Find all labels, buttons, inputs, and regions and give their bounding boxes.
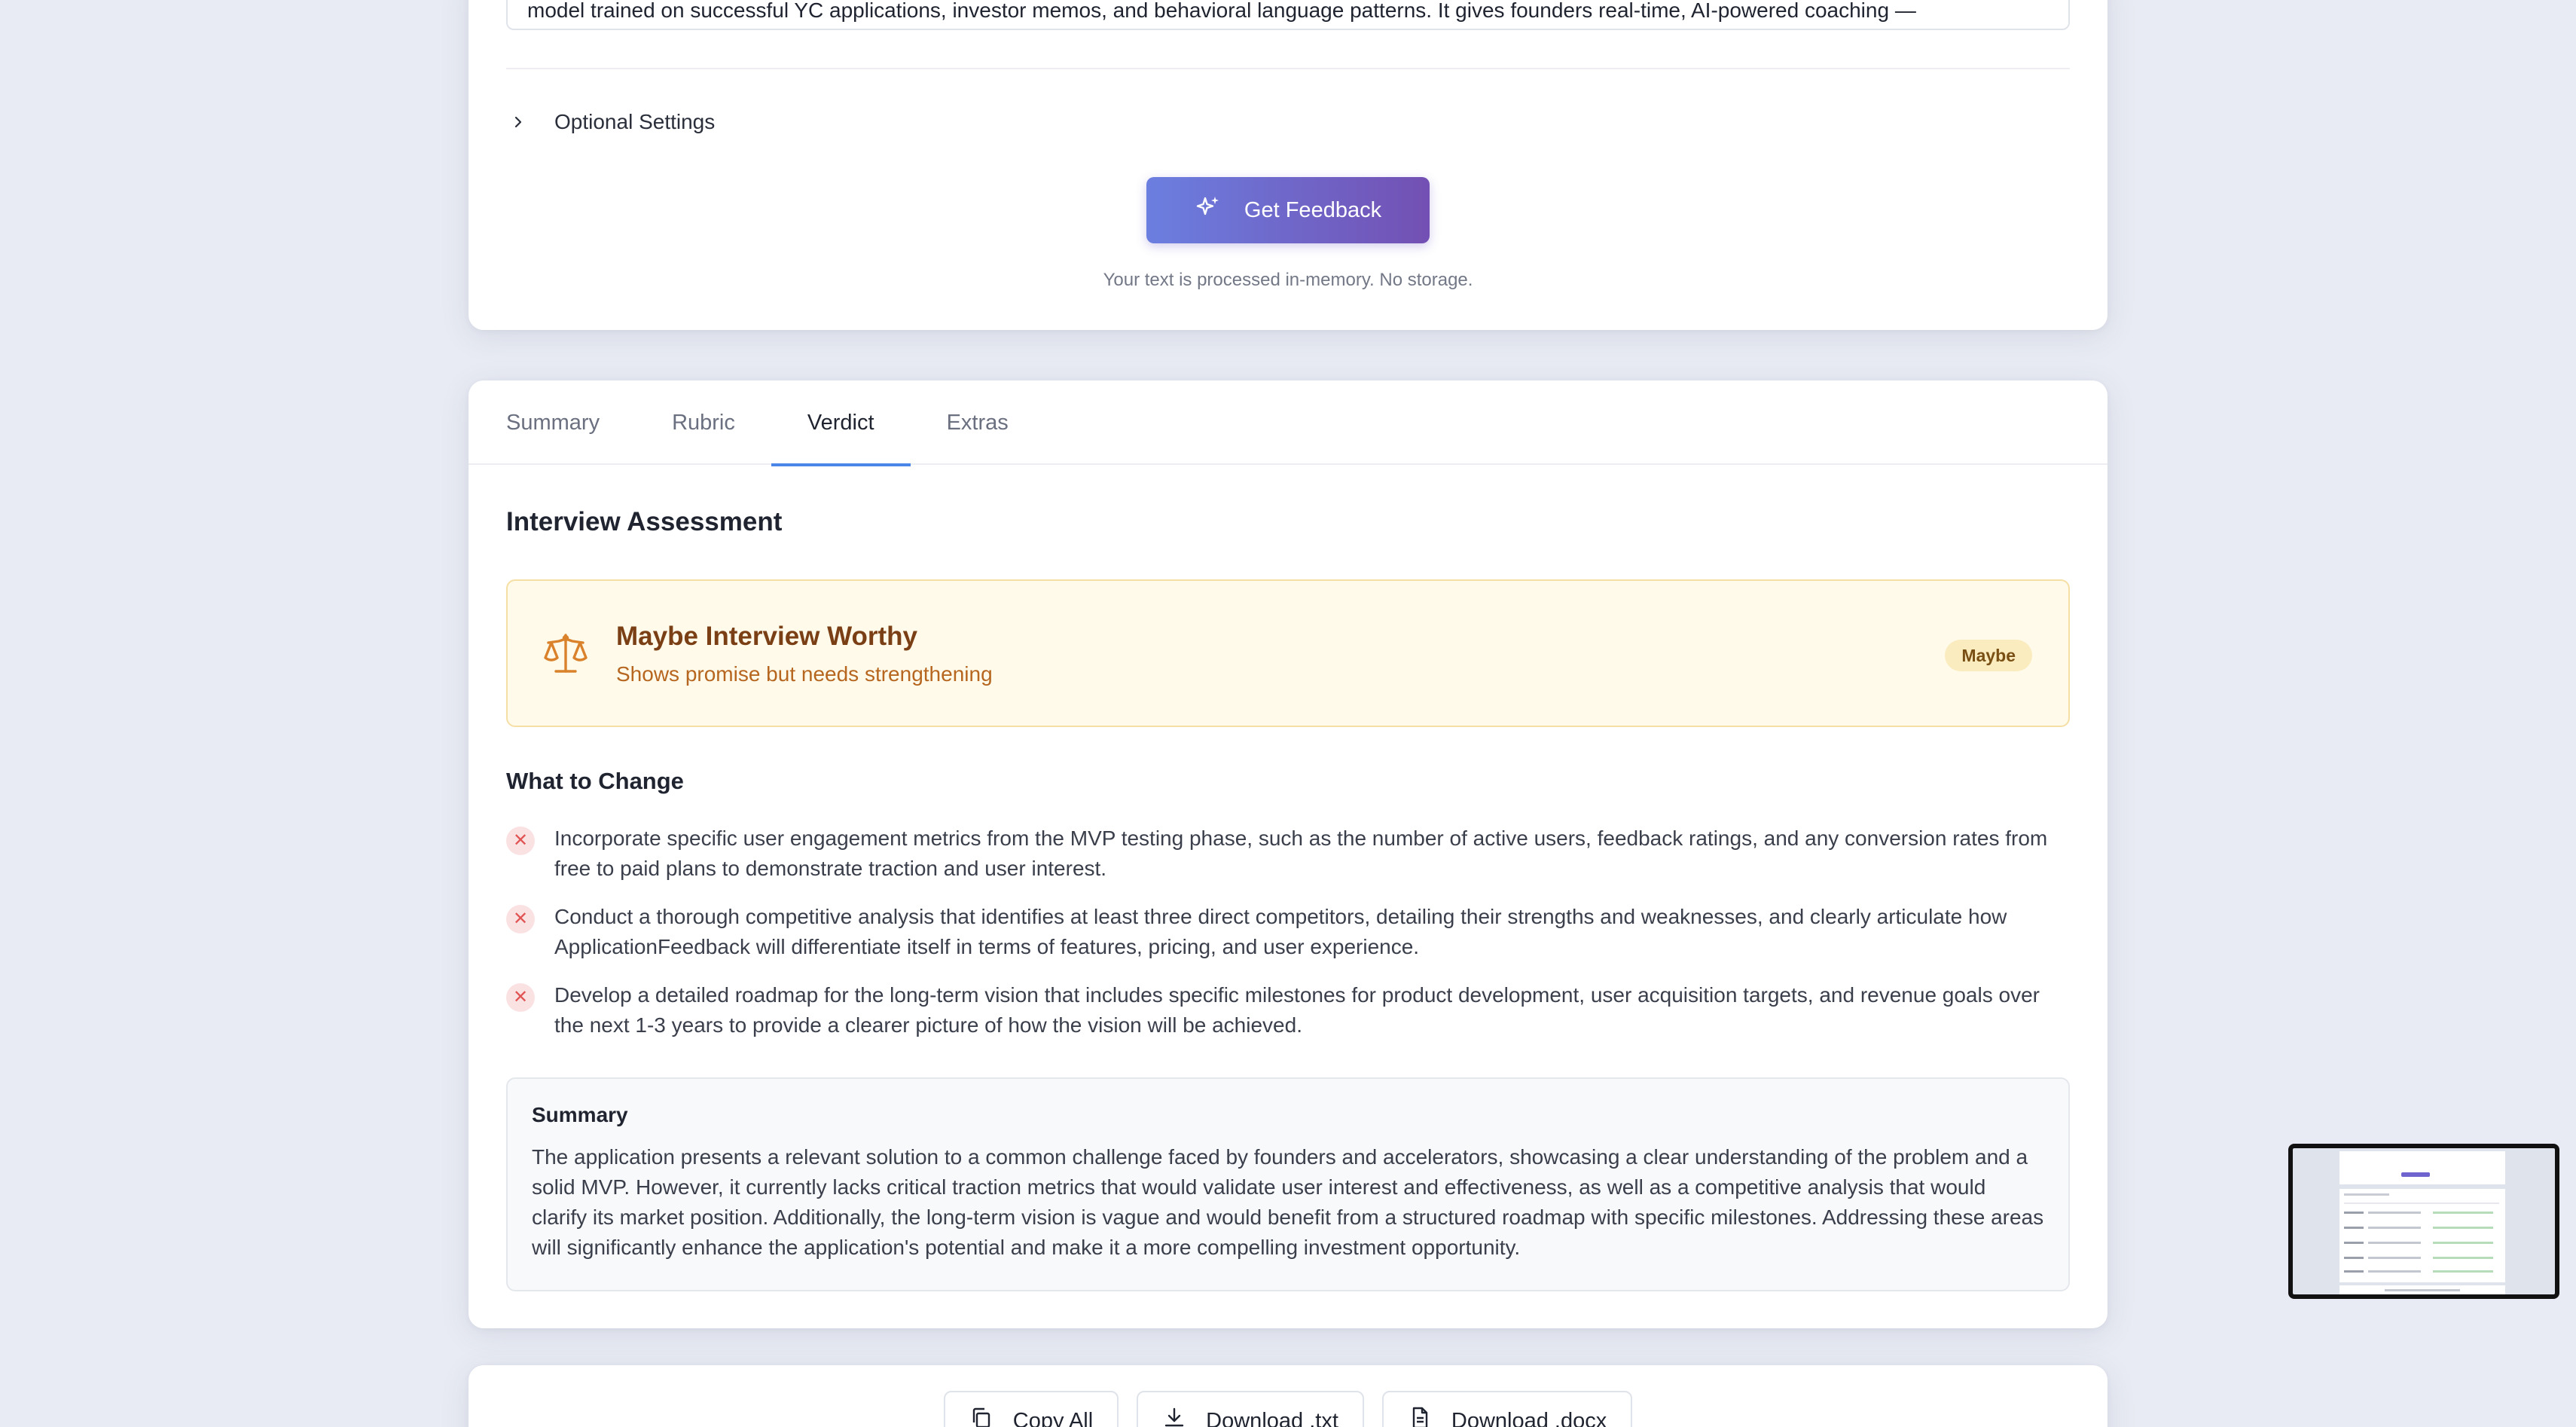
download-icon	[1162, 1406, 1186, 1427]
tab-summary[interactable]: Summary	[506, 380, 636, 465]
download-txt-label: Download .txt	[1206, 1408, 1338, 1427]
get-feedback-label: Get Feedback	[1244, 197, 1382, 222]
list-item: ✕ Develop a detailed roadmap for the lon…	[506, 980, 2070, 1040]
download-docx-label: Download .docx	[1451, 1408, 1607, 1427]
close-icon: ✕	[506, 983, 535, 1012]
summary-box: Summary The application presents a relev…	[506, 1077, 2070, 1291]
what-to-change-heading: What to Change	[506, 768, 684, 794]
change-text: Develop a detailed roadmap for the long-…	[554, 983, 2040, 1037]
optional-settings-toggle[interactable]: Optional Settings	[506, 107, 715, 137]
results-card: Summary Rubric Verdict Extras Interview …	[469, 380, 2107, 1328]
close-icon: ✕	[506, 905, 535, 934]
verdict-title: Maybe Interview Worthy	[616, 622, 918, 651]
copy-all-label: Copy All	[1012, 1408, 1094, 1427]
sparkles-icon	[1195, 194, 1222, 227]
textarea-text: model trained on successful YC applicati…	[527, 0, 1916, 22]
divider	[506, 68, 2070, 69]
verdict-callout: Maybe Interview Worthy Shows promise but…	[506, 579, 2070, 727]
action-buttons: Copy All Download .txt Download .docx	[469, 1391, 2107, 1427]
summary-title: Summary	[532, 1103, 628, 1126]
copy-all-button[interactable]: Copy All	[943, 1391, 1119, 1427]
verdict-subtitle: Shows promise but needs strengthening	[616, 662, 993, 686]
copy-icon	[969, 1406, 993, 1427]
minimap-card	[2339, 1151, 2505, 1184]
change-text: Conduct a thorough competitive analysis …	[554, 905, 2007, 958]
tab-verdict[interactable]: Verdict	[771, 380, 911, 466]
privacy-note: Your text is processed in-memory. No sto…	[1103, 270, 1473, 290]
get-feedback-button[interactable]: Get Feedback	[1146, 177, 1430, 243]
input-card: model trained on successful YC applicati…	[469, 0, 2107, 330]
change-text: Incorporate specific user engagement met…	[554, 827, 2048, 880]
tab-extras[interactable]: Extras	[911, 380, 1045, 465]
minimap-card	[2339, 1285, 2505, 1294]
page: model trained on successful YC applicati…	[0, 0, 2576, 1427]
chevron-right-icon	[511, 115, 526, 130]
actions-card: Copy All Download .txt Download .docx	[469, 1365, 2107, 1427]
verdict-badge: Maybe	[1945, 640, 2032, 671]
document-icon	[1408, 1406, 1432, 1427]
list-item: ✕ Conduct a thorough competitive analysi…	[506, 902, 2070, 962]
change-list: ✕ Incorporate specific user engagement m…	[506, 824, 2070, 1059]
download-txt-button[interactable]: Download .txt	[1137, 1391, 1364, 1427]
results-tabs: Summary Rubric Verdict Extras	[469, 380, 2107, 466]
close-icon: ✕	[506, 827, 535, 855]
list-item: ✕ Incorporate specific user engagement m…	[506, 824, 2070, 884]
balance-scale-icon	[542, 631, 589, 677]
optional-settings-label: Optional Settings	[554, 110, 716, 133]
page-minimap[interactable]	[2288, 1144, 2559, 1299]
download-docx-button[interactable]: Download .docx	[1381, 1391, 1633, 1427]
minimap-card	[2339, 1189, 2505, 1282]
summary-text: The application presents a relevant solu…	[532, 1145, 2044, 1259]
section-title: Interview Assessment	[506, 507, 783, 536]
application-textarea[interactable]: model trained on successful YC applicati…	[506, 0, 2070, 30]
tab-rubric[interactable]: Rubric	[636, 380, 771, 465]
